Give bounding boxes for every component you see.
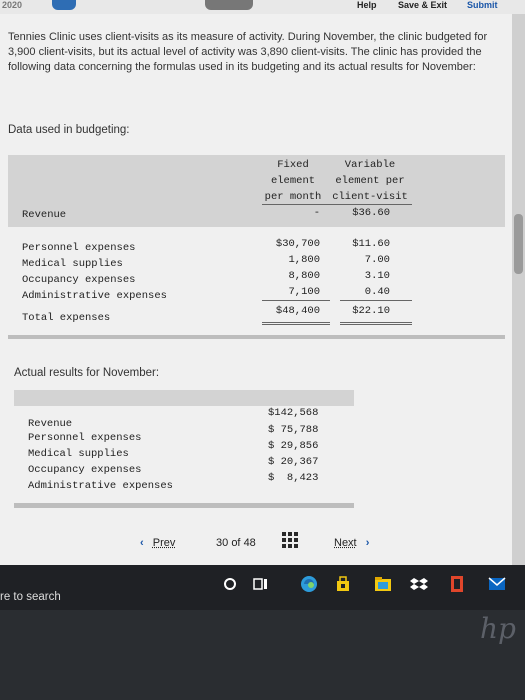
browser-screen: 2020 Help Save & Exit Submit Tennies Cli… <box>0 0 525 565</box>
office-icon[interactable] <box>448 575 466 593</box>
actual-row-label: Administrative expenses <box>28 480 173 492</box>
budget-row-variable: $22.10 <box>352 305 390 317</box>
budget-row-label: Total expenses <box>22 312 111 324</box>
fixed-header-line1: Fixed <box>277 159 309 171</box>
budget-row-label: Personnel expenses <box>22 242 136 254</box>
total-double-line-variable <box>340 322 412 323</box>
variable-header-line2: element per <box>335 175 405 187</box>
task-view-icon[interactable] <box>252 575 270 593</box>
budget-row-label: Medical supplies <box>22 258 123 270</box>
budget-row-variable: $11.60 <box>352 238 390 250</box>
grid-icon[interactable] <box>282 532 300 548</box>
total-double-line-fixed <box>262 322 330 323</box>
actual-row-value: $ 29,856 <box>268 440 319 452</box>
budget-row-variable: 7.00 <box>364 254 390 266</box>
total-underline-variable <box>340 300 412 301</box>
mail-icon[interactable] <box>488 575 506 593</box>
budget-row-fixed: 7,100 <box>288 286 320 298</box>
actual-row-label: Personnel expenses <box>28 432 142 444</box>
budget-row-label: Revenue <box>22 209 67 221</box>
budget-row-fixed: $48,400 <box>275 305 320 317</box>
file-explorer-icon[interactable] <box>374 575 392 593</box>
actual-bottom-border <box>14 503 354 508</box>
budget-section-title: Data used in budgeting: <box>8 124 130 136</box>
header-underline <box>262 204 412 205</box>
actual-row-value: $ 75,788 <box>268 424 319 436</box>
chevron-left-icon: ‹ <box>140 537 144 549</box>
hp-logo: hp <box>480 612 516 645</box>
next-button[interactable]: Next › <box>334 537 369 549</box>
assignment-header: 2020 Help Save & Exit Submit <box>0 0 525 14</box>
actual-section-title: Actual results for November: <box>14 367 160 379</box>
save-exit-button[interactable]: Save & Exit <box>398 0 447 10</box>
submit-button[interactable]: Submit <box>467 0 498 10</box>
total-pages: 48 <box>243 537 256 549</box>
budget-row-fixed: 1,800 <box>288 254 320 266</box>
variable-header-line3: client-visit <box>332 191 408 203</box>
budget-row-fixed: 8,800 <box>288 270 320 282</box>
total-underline-fixed <box>262 300 330 301</box>
question-prompt: Tennies Clinic uses client-visits as its… <box>8 31 488 73</box>
actual-row-value: $ 8,423 <box>268 472 319 484</box>
fixed-header-line3: per month <box>264 191 322 203</box>
scrollbar-thumb[interactable] <box>514 214 523 274</box>
cortana-icon[interactable] <box>221 575 239 593</box>
prev-label: Prev <box>152 537 176 549</box>
chevron-right-icon: › <box>365 537 370 549</box>
next-label: Next <box>334 537 357 549</box>
header-tab-indicator <box>52 0 76 10</box>
actual-row-label: Occupancy expenses <box>28 464 142 476</box>
dropbox-icon[interactable] <box>410 575 428 593</box>
fixed-header-line2: element <box>270 175 316 187</box>
store-icon[interactable] <box>334 575 352 593</box>
budget-row-fixed: $30,700 <box>275 238 320 250</box>
header-saved-indicator <box>205 0 253 10</box>
taskbar-search-box[interactable]: re to search <box>0 591 61 603</box>
budget-bottom-border <box>8 335 505 339</box>
budget-row-fixed: - <box>313 207 320 219</box>
variable-header-line1: Variable <box>344 159 396 171</box>
actual-row-value: $ 20,367 <box>268 456 319 468</box>
total-double-line-fixed-2 <box>262 324 330 325</box>
help-button[interactable]: Help <box>357 0 377 10</box>
page-indicator[interactable]: 30 of 48 <box>216 537 256 549</box>
page-of: of <box>231 537 241 549</box>
budget-row-variable: $36.60 <box>352 207 390 219</box>
prev-button[interactable]: ‹ Prev <box>140 537 175 549</box>
actual-row-label: Revenue <box>28 418 73 430</box>
actual-row-value: $142,568 <box>268 407 319 419</box>
current-page: 30 <box>216 537 229 549</box>
budget-row-label: Administrative expenses <box>22 290 167 302</box>
header-partial-text: 2020 <box>2 0 23 10</box>
budget-row-label: Occupancy expenses <box>22 274 136 286</box>
edge-browser-icon[interactable] <box>300 575 318 593</box>
budget-row-variable: 3.10 <box>364 270 390 282</box>
actual-row-label: Medical supplies <box>28 448 129 460</box>
total-double-line-variable-2 <box>340 324 412 325</box>
vertical-scrollbar[interactable] <box>512 14 525 565</box>
budget-header-band <box>8 155 505 227</box>
actual-header-band <box>14 390 354 406</box>
budget-row-variable: 0.40 <box>364 286 390 298</box>
